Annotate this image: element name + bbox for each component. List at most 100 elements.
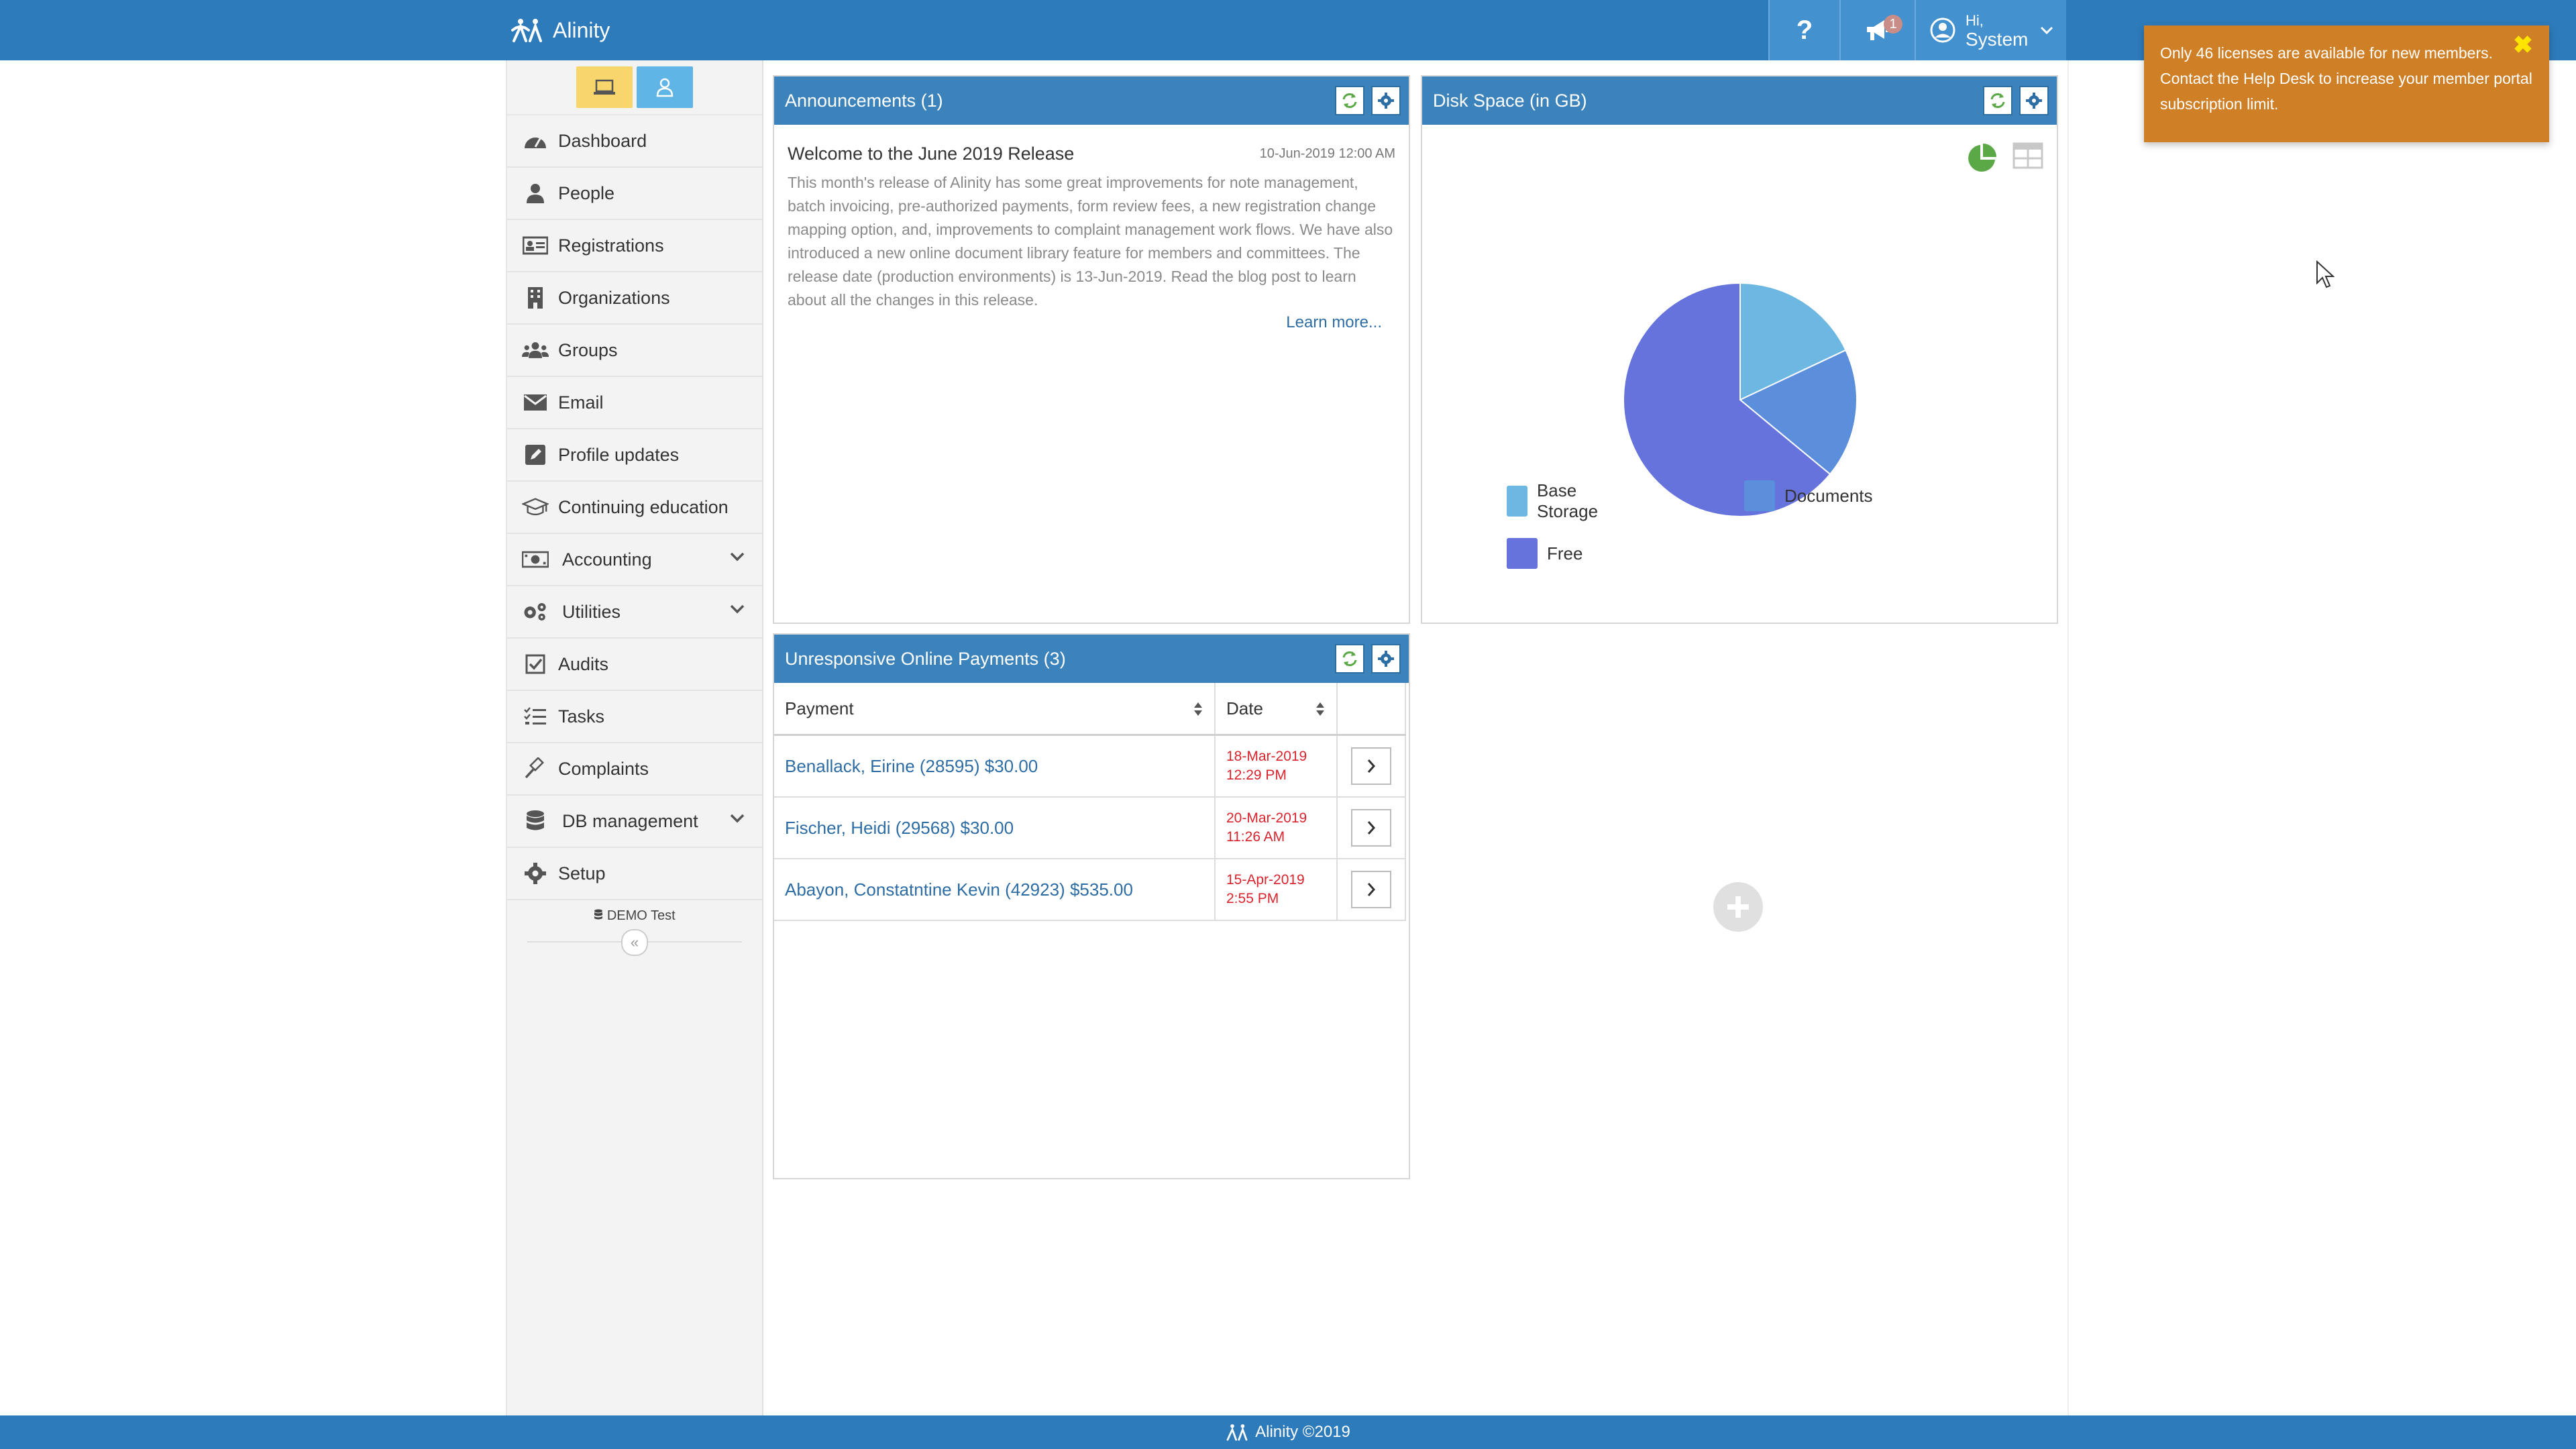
refresh-button[interactable]: [1335, 644, 1364, 674]
refresh-button[interactable]: [1983, 86, 2012, 115]
sidebar-item-accounting[interactable]: Accounting: [507, 534, 762, 586]
open-payment-button[interactable]: [1351, 747, 1391, 785]
alinity-logo-icon: [1226, 1424, 1248, 1441]
payments-title: Unresponsive Online Payments (3): [785, 648, 1066, 669]
payments-header: Unresponsive Online Payments (3): [774, 635, 1409, 683]
sidebar-item-registrations[interactable]: Registrations: [507, 220, 762, 272]
payment-time: 12:29 PM: [1226, 767, 1287, 783]
db-environment: DEMO Test: [507, 900, 762, 924]
table-row: Fischer, Heidi (29568) $30.00 20-Mar-201…: [774, 797, 1406, 859]
alinity-logo-icon: [511, 19, 542, 42]
database-icon: [594, 909, 603, 920]
sidebar-item-db-management[interactable]: DB management: [507, 796, 762, 848]
mouse-cursor-icon: [2316, 260, 2334, 288]
payment-link[interactable]: Fischer, Heidi (29568) $30.00: [785, 818, 1014, 838]
disk-space-header: Disk Space (in GB): [1422, 76, 2057, 125]
database-icon: [522, 808, 549, 835]
sidebar-item-utilities[interactable]: Utilities: [507, 586, 762, 639]
envelope-icon: [522, 389, 549, 416]
sidebar-item-label: DB management: [562, 810, 698, 831]
open-payment-button[interactable]: [1351, 871, 1391, 908]
gear-icon: [522, 860, 549, 887]
table-header-row: Payment Date: [774, 683, 1406, 736]
payment-link[interactable]: Abayon, Constatntine Kevin (42923) $535.…: [785, 879, 1133, 900]
sidebar-item-continuing-education[interactable]: Continuing education: [507, 482, 762, 534]
sidebar-item-email[interactable]: Email: [507, 377, 762, 429]
sidebar-item-people[interactable]: People: [507, 168, 762, 220]
close-icon[interactable]: ✖: [2513, 32, 2533, 58]
collapse-sidebar-button[interactable]: «: [621, 929, 648, 956]
learn-more-link[interactable]: Learn more...: [774, 313, 1409, 332]
checkbox-icon: [522, 651, 549, 678]
license-warning-toast: ✖ Only 46 licenses are available for new…: [2144, 25, 2549, 142]
refresh-button[interactable]: [1335, 86, 1364, 115]
settings-button[interactable]: [2019, 86, 2049, 115]
sidebar-item-audits[interactable]: Audits: [507, 639, 762, 691]
legend-label: Free: [1547, 543, 1583, 564]
payment-link[interactable]: Benallack, Eirine (28595) $30.00: [785, 756, 1038, 776]
announcement-title: Welcome to the June 2019 Release: [788, 144, 1075, 164]
collapse-row: «: [527, 928, 742, 956]
help-button[interactable]: ?: [1768, 0, 1839, 60]
chevron-right-icon: [1367, 759, 1376, 773]
sidebar-item-tasks[interactable]: Tasks: [507, 691, 762, 743]
column-header-date[interactable]: Date: [1215, 683, 1338, 736]
sidebar-item-profile-updates[interactable]: Profile updates: [507, 429, 762, 482]
desktop-view-button[interactable]: [576, 66, 633, 108]
settings-button[interactable]: [1371, 644, 1401, 674]
chevron-down-icon: [730, 604, 745, 614]
panel-tools: [1335, 86, 1401, 115]
sidebar-item-label: Tasks: [558, 706, 605, 727]
sidebar-item-setup[interactable]: Setup: [507, 848, 762, 900]
sidebar-item-label: Dashboard: [558, 130, 647, 151]
view-toggle: [507, 60, 762, 115]
graduation-cap-icon: [522, 494, 549, 521]
refresh-icon: [1342, 93, 1357, 108]
sidebar-item-groups[interactable]: Groups: [507, 325, 762, 377]
legend-label: Documents: [1784, 485, 1873, 506]
sidebar-item-complaints[interactable]: Complaints: [507, 743, 762, 796]
announcement-item-header: Welcome to the June 2019 Release 10-Jun-…: [774, 125, 1409, 164]
money-icon: [522, 546, 549, 573]
gears-icon: [522, 598, 549, 625]
sort-icon: [1194, 702, 1202, 716]
refresh-icon: [1342, 651, 1357, 666]
sidebar-item-label: Complaints: [558, 758, 649, 779]
sidebar-item-label: Accounting: [562, 549, 652, 570]
user-menu-button[interactable]: Hi, System: [1915, 0, 2066, 60]
sidebar-item-label: Setup: [558, 863, 606, 883]
sidebar-item-label: Utilities: [562, 601, 621, 622]
brand[interactable]: Alinity: [511, 0, 610, 60]
sidebar-item-organizations[interactable]: Organizations: [507, 272, 762, 325]
open-payment-button[interactable]: [1351, 809, 1391, 847]
gavel-icon: [522, 755, 549, 782]
panel-tools: [1983, 86, 2049, 115]
member-view-button[interactable]: [637, 66, 693, 108]
column-header-payment[interactable]: Payment: [774, 683, 1216, 736]
sidebar: Dashboard People Registrations Organizat…: [506, 60, 763, 1415]
table-row: Benallack, Eirine (28595) $30.00 18-Mar-…: [774, 735, 1406, 798]
sidebar-item-label: Continuing education: [558, 496, 729, 517]
legend-swatch: [1507, 538, 1538, 569]
settings-button[interactable]: [1371, 86, 1401, 115]
sidebar-item-dashboard[interactable]: Dashboard: [507, 115, 762, 168]
chevron-down-icon: [730, 814, 745, 823]
laptop-icon: [594, 79, 615, 95]
legend-item-base-storage: Base Storage: [1507, 480, 1608, 522]
gear-icon: [2026, 93, 2042, 109]
unresponsive-payments-panel: Unresponsive Online Payments (3) Payment…: [773, 633, 1410, 1179]
footer-text: Alinity ©2019: [1255, 1423, 1350, 1441]
tasks-icon: [522, 703, 549, 730]
footer: Alinity ©2019: [0, 1415, 2576, 1449]
announcements-button[interactable]: 1: [1839, 0, 1915, 60]
announcements-header: Announcements (1): [774, 76, 1409, 125]
toast-message: Only 46 licenses are available for new m…: [2160, 44, 2532, 113]
plus-icon: [1727, 896, 1749, 918]
add-widget-button[interactable]: [1713, 882, 1763, 932]
legend-swatch: [1507, 486, 1527, 517]
payment-date: 18-Mar-2019: [1226, 749, 1307, 764]
legend-item-free: Free: [1507, 538, 1582, 569]
announcements-panel: Announcements (1) Welcome to the June 20…: [773, 75, 1410, 624]
edit-icon: [522, 441, 549, 468]
sidebar-item-label: Registrations: [558, 235, 664, 256]
